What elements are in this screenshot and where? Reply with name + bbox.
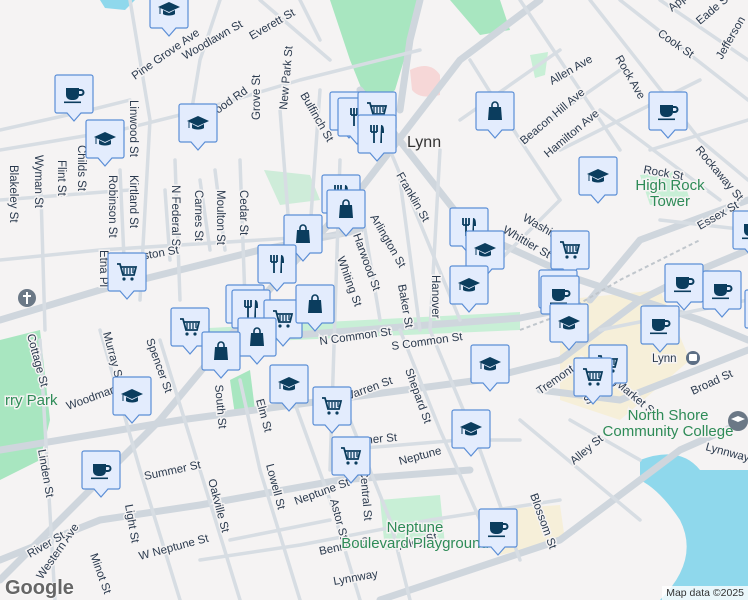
school-marker[interactable] xyxy=(149,0,189,37)
street-label: Cook St xyxy=(655,28,696,62)
street-label: Rock Ave xyxy=(612,54,647,102)
college-icon[interactable] xyxy=(728,411,748,431)
map-attribution[interactable]: Map data ©2025 xyxy=(662,586,748,600)
google-logo: Google xyxy=(5,577,74,599)
street-label: South St xyxy=(212,384,228,430)
city-label: Lynn xyxy=(407,134,441,151)
street-label: Whiting St xyxy=(334,255,363,309)
street-label: Eade St xyxy=(694,0,734,27)
street-label: Beacon Hill Ave xyxy=(518,86,587,147)
street-label: Woodman xyxy=(65,384,118,413)
train-station-icon[interactable] xyxy=(686,351,700,365)
restaurant-marker[interactable] xyxy=(257,244,297,292)
street-label: Minot St xyxy=(87,552,113,596)
street-label: Neptune xyxy=(398,445,443,468)
shopping-marker[interactable] xyxy=(237,317,277,365)
street-label: Linden St xyxy=(35,448,55,499)
cart-marker[interactable] xyxy=(312,386,352,434)
street-label: Arlington St xyxy=(367,213,408,271)
street-label: Lynnway xyxy=(704,441,748,464)
street-label: Rockaway St xyxy=(693,144,746,204)
street-label: Murray St xyxy=(100,331,125,383)
street-label: Grove St xyxy=(251,74,263,120)
church-icon[interactable] xyxy=(18,289,36,307)
school-marker[interactable] xyxy=(451,409,491,457)
school-marker[interactable] xyxy=(178,103,218,151)
poi-label[interactable]: rry Park xyxy=(4,391,60,411)
street-label: Carnes St xyxy=(192,190,204,242)
street-label: Allen Ave xyxy=(548,53,595,87)
street-label: Blakeley St xyxy=(7,165,19,223)
street-label: Kirtland St xyxy=(127,175,139,229)
coffee-marker[interactable] xyxy=(702,270,742,318)
street-label: Summer St xyxy=(143,459,203,483)
shopping-marker[interactable] xyxy=(201,331,241,379)
school-marker[interactable] xyxy=(85,119,125,167)
school-marker[interactable] xyxy=(578,156,618,204)
street-label: Light St xyxy=(122,503,141,544)
coffee-marker[interactable] xyxy=(54,74,94,122)
street-label: Alley St xyxy=(568,433,606,468)
street-label: Cedar St xyxy=(237,190,249,236)
street-label: Etna Pl xyxy=(97,250,109,287)
street-label: Linwood St xyxy=(127,100,139,158)
street-label: Childs St xyxy=(75,145,87,192)
street-label: Hanover xyxy=(429,275,441,319)
coffee-marker[interactable] xyxy=(664,263,704,311)
street-label: New Park St xyxy=(278,45,296,111)
school-marker[interactable] xyxy=(470,344,510,392)
street-label: Robinson St xyxy=(106,175,118,238)
map-canvas[interactable]: Pine Grove AveWoodlawn St Everett StLinwo… xyxy=(0,0,748,600)
street-label: Wyman St xyxy=(32,155,44,209)
school-marker[interactable] xyxy=(112,376,152,424)
street-label: Flint St xyxy=(55,160,67,197)
coffee-marker[interactable] xyxy=(648,91,688,139)
transit-station-label[interactable]: Lynn xyxy=(651,352,679,367)
shopping-marker[interactable] xyxy=(475,91,515,139)
street-label: Moulton St xyxy=(214,190,226,246)
poi-label[interactable]: High Rock Tower xyxy=(634,176,707,212)
poi-label[interactable]: Neptune Boulevard Playground xyxy=(340,518,491,554)
street-label: N Federal St xyxy=(169,185,181,250)
